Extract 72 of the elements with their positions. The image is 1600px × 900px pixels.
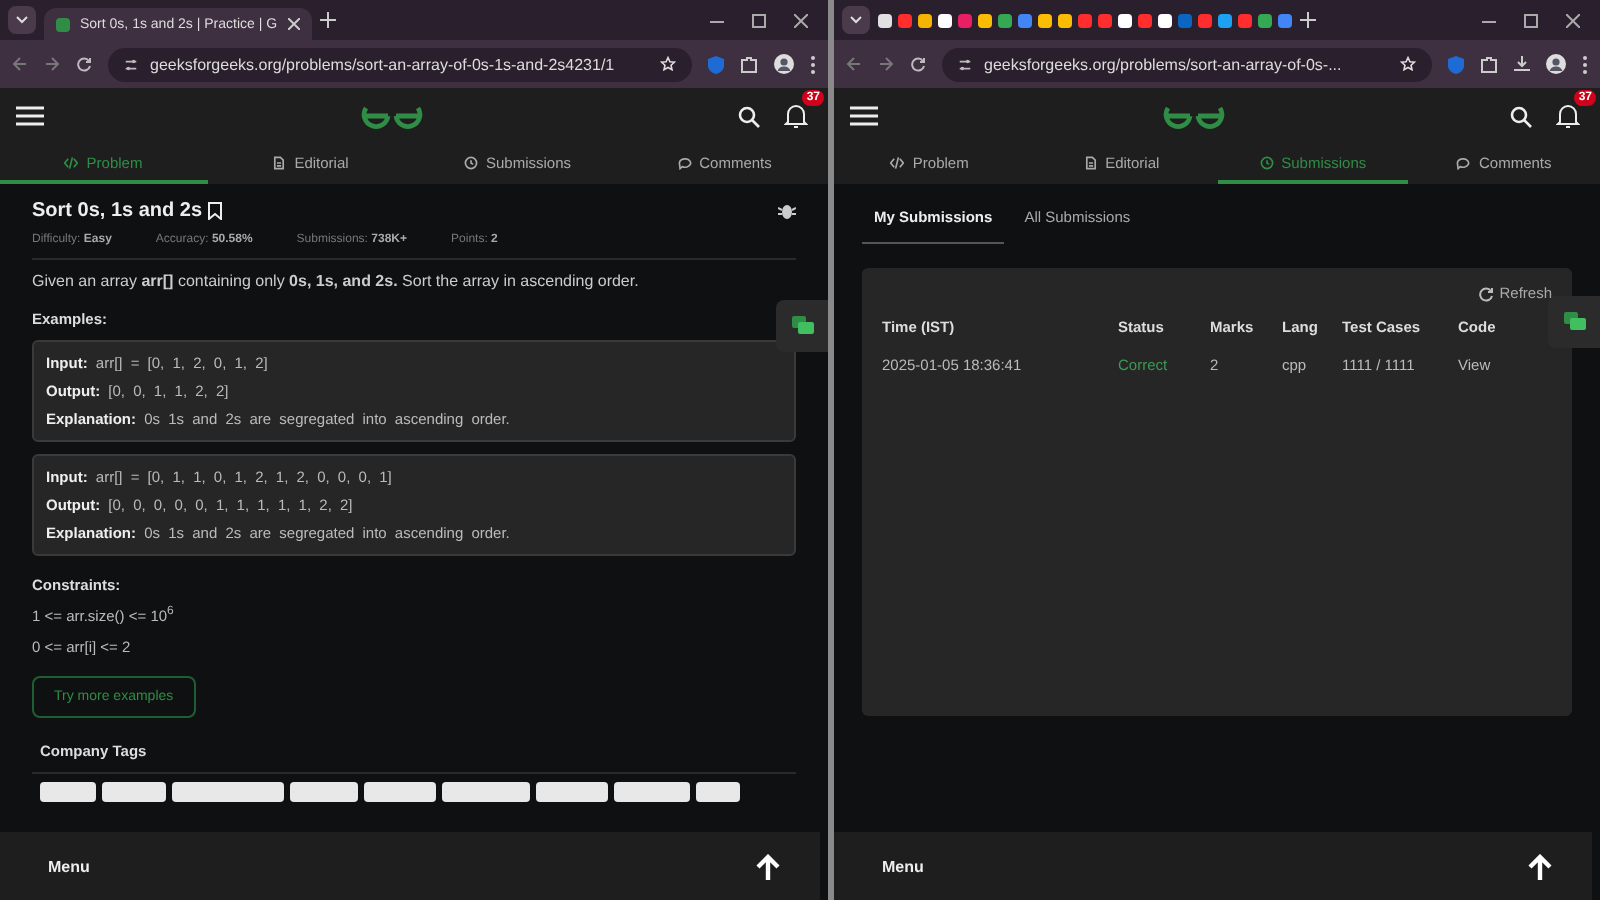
tab-list-button[interactable] [8,6,36,34]
scroll-up-arrow-icon[interactable] [1528,853,1552,879]
url-field[interactable]: geeksforgeeks.org/problems/sort-an-array-of-0s-1s-and-2s4231/1 [108,47,692,81]
clock-icon [1259,155,1274,169]
chat-icon [791,316,813,336]
new-tab-icon[interactable] [319,12,336,28]
star-icon[interactable] [660,56,676,72]
chat-bubble-icon [677,155,692,169]
back-icon[interactable] [846,56,862,72]
scroll-up-arrow-icon[interactable] [756,853,780,879]
extensions-icon[interactable] [740,55,758,73]
more-menu-icon[interactable] [1582,55,1588,73]
bookmark-icon[interactable] [208,202,223,220]
chat-button[interactable] [776,300,828,352]
forward-icon[interactable] [44,56,60,72]
menu-icon[interactable] [850,106,878,126]
company-tag[interactable] [102,781,166,801]
reload-icon[interactable] [76,56,92,72]
maximize-icon[interactable] [752,13,766,27]
url-field[interactable]: geeksforgeeks.org/problems/sort-an-array-of-0s-... [942,47,1432,81]
tab-list-button[interactable] [842,6,870,34]
company-tag[interactable] [40,781,96,801]
clock-icon [463,155,478,169]
refresh-icon [1477,285,1494,301]
code-icon [890,155,905,169]
bell-icon[interactable] [1556,102,1580,130]
profile-avatar-icon[interactable] [1546,54,1566,74]
problem-title: Sort 0s, 1s and 2s [32,200,203,222]
menu-icon[interactable] [16,106,44,126]
close-tab-icon[interactable] [287,18,300,30]
shield-icon[interactable] [708,55,724,73]
document-icon [272,155,287,169]
chat-icon [1563,312,1585,332]
close-icon[interactable] [794,13,808,27]
bug-icon[interactable] [778,202,796,220]
bell-icon[interactable] [784,102,808,130]
logo-icon [359,102,423,130]
company-tag[interactable] [364,781,436,801]
company-tag[interactable] [696,781,740,801]
back-icon[interactable] [12,56,28,72]
profile-avatar-icon[interactable] [774,54,794,74]
company-tag[interactable] [614,781,690,801]
chevron-down-icon [16,16,28,24]
forward-icon[interactable] [878,56,894,72]
company-tag[interactable] [172,781,284,801]
chevron-down-icon [850,16,862,24]
menu-link[interactable]: Menu [48,857,90,875]
menu-link[interactable]: Menu [882,857,924,875]
maximize-icon[interactable] [1524,13,1538,27]
more-menu-icon[interactable] [810,55,816,73]
site-info-icon [958,57,972,71]
site-info-icon [124,57,138,71]
chat-bubble-icon [1456,155,1471,169]
problem-statement: Given an array arr[] containing only 0s, 1s, and 2s. Sort the array in ascending order. [32,272,641,290]
download-icon[interactable] [1514,56,1530,72]
document-icon [1083,155,1098,169]
new-tab-icon[interactable] [1300,12,1316,28]
search-icon[interactable] [738,105,760,127]
company-tag[interactable] [536,781,608,801]
close-icon[interactable] [1566,13,1580,27]
logo-icon [1162,102,1226,130]
shield-icon[interactable] [1448,55,1464,73]
chat-button[interactable] [1548,296,1600,348]
star-icon[interactable] [1400,56,1416,72]
reload-icon[interactable] [910,56,926,72]
search-icon[interactable] [1510,105,1532,127]
url-text: geeksforgeeks.org/problems/sort-an-array-of-0s-... [984,55,1342,73]
company-tag[interactable] [290,781,358,801]
company-tag[interactable] [442,781,530,801]
code-icon [64,155,79,169]
extensions-icon[interactable] [1480,55,1498,73]
url-text: geeksforgeeks.org/problems/sort-an-array-of-0s-1s-and-2s4231/1 [150,55,615,73]
